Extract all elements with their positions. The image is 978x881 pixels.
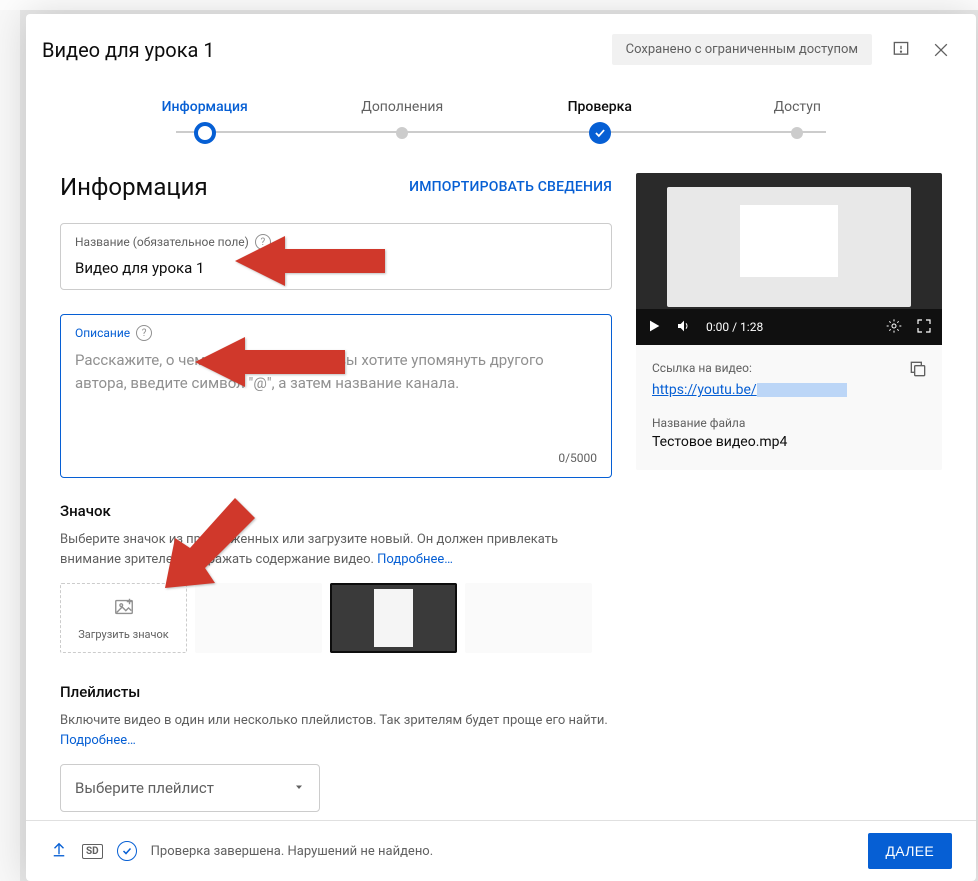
preview-card: 0:00 / 1:28 Ссылка на видео: https://you…: [636, 173, 942, 470]
description-char-count: 0/5000: [75, 451, 597, 465]
upload-thumbnail-label: Загрузить значок: [78, 628, 169, 641]
thumbnail-heading: Значок: [60, 502, 612, 520]
stepper-line: [176, 131, 826, 133]
dialog-title: Видео для урока 1: [42, 38, 612, 62]
copy-link-button[interactable]: [908, 359, 928, 383]
dialog-header: Видео для урока 1 Сохранено с ограниченн…: [26, 14, 976, 81]
play-icon[interactable]: [646, 318, 662, 337]
title-field[interactable]: Название (обязательное поле) ?: [60, 223, 612, 290]
upload-image-icon: [113, 596, 135, 622]
dialog-body: Информация ИМПОРТИРОВАТЬ СВЕДЕНИЯ Назван…: [26, 133, 976, 820]
import-details-button[interactable]: ИМПОРТИРОВАТЬ СВЕДЕНИЯ: [409, 179, 612, 195]
upload-dialog: Видео для урока 1 Сохранено с ограниченн…: [26, 14, 976, 881]
description-field-label: Описание ?: [75, 325, 597, 341]
thumbnail-more-link[interactable]: Подробнее…: [377, 552, 453, 567]
step-checks[interactable]: Проверка: [501, 99, 699, 133]
next-button[interactable]: ДАЛЕЕ: [868, 833, 953, 869]
video-link[interactable]: https://youtu.be/: [652, 382, 847, 398]
thumbnail-desc-text: Выберите значок из предложенных или загр…: [60, 532, 558, 567]
description-textarea[interactable]: [75, 349, 597, 439]
help-icon[interactable]: ?: [255, 234, 271, 250]
step-info-dot: [194, 122, 216, 144]
file-name-label: Название файла: [652, 416, 926, 430]
footer-status-group: SD Проверка завершена. Нарушений не найд…: [50, 840, 433, 862]
title-input[interactable]: [75, 259, 597, 277]
redacted-id: [757, 383, 847, 397]
playlist-desc-text: Включите видео в один или несколько плей…: [60, 713, 608, 728]
footer-status-text: Проверка завершена. Нарушений не найдено…: [151, 844, 434, 859]
file-name-value: Тестовое видео.mp4: [652, 434, 926, 450]
help-icon[interactable]: ?: [136, 325, 152, 341]
settings-icon[interactable]: [886, 318, 902, 337]
description-label-text: Описание: [75, 326, 130, 340]
fullscreen-icon[interactable]: [916, 318, 932, 337]
title-label-text: Название (обязательное поле): [75, 235, 249, 249]
left-column: Информация ИМПОРТИРОВАТЬ СВЕДЕНИЯ Назван…: [60, 173, 612, 810]
feedback-icon[interactable]: [890, 39, 912, 61]
background-topbar: [0, 0, 978, 10]
video-link-label: Ссылка на видео:: [652, 361, 926, 375]
upload-thumbnail-button[interactable]: Загрузить значок: [60, 583, 187, 653]
thumbnail-row: Загрузить значок: [60, 583, 612, 653]
save-status-badge: Сохранено с ограниченным доступом: [612, 34, 872, 65]
step-visibility-dot: [791, 127, 803, 139]
stepper: Информация Дополнения Проверка Доступ: [26, 81, 976, 133]
description-field[interactable]: Описание ? 0/5000: [60, 314, 612, 478]
background-sidebar: [0, 0, 20, 881]
thumbnail-option-2[interactable]: [330, 583, 457, 653]
info-heading: Информация: [60, 173, 409, 201]
thumbnail-description: Выберите значок из предложенных или загр…: [60, 530, 612, 569]
video-link-text: https://youtu.be/: [652, 382, 757, 398]
step-elements-dot: [396, 127, 408, 139]
playlist-heading: Плейлисты: [60, 683, 612, 701]
playlist-select[interactable]: Выберите плейлист: [60, 764, 320, 812]
check-complete-icon: [117, 841, 137, 861]
dialog-footer: SD Проверка завершена. Нарушений не найд…: [26, 820, 976, 881]
playlist-description: Включите видео в один или несколько плей…: [60, 711, 612, 750]
info-header: Информация ИМПОРТИРОВАТЬ СВЕДЕНИЯ: [60, 173, 612, 201]
volume-icon[interactable]: [676, 318, 692, 337]
right-column: 0:00 / 1:28 Ссылка на видео: https://you…: [636, 173, 942, 810]
video-preview[interactable]: 0:00 / 1:28: [636, 173, 942, 345]
preview-meta: Ссылка на видео: https://youtu.be/ Назва…: [636, 345, 942, 470]
step-info[interactable]: Информация: [106, 99, 304, 133]
playlist-select-label: Выберите плейлист: [75, 779, 214, 797]
step-elements[interactable]: Дополнения: [304, 99, 502, 133]
thumbnail-option-3[interactable]: [465, 583, 592, 653]
close-icon[interactable]: [930, 39, 952, 61]
video-controls: 0:00 / 1:28: [636, 309, 942, 345]
video-preview-thumbnail: [667, 187, 912, 307]
step-checks-dot: [589, 122, 611, 144]
step-visibility[interactable]: Доступ: [699, 99, 897, 133]
chevron-down-icon: [293, 779, 305, 797]
video-time: 0:00 / 1:28: [706, 320, 763, 334]
sd-badge: SD: [82, 844, 103, 859]
title-field-label: Название (обязательное поле) ?: [75, 234, 597, 250]
upload-icon: [50, 840, 68, 862]
thumbnail-option-1[interactable]: [195, 583, 322, 653]
playlist-more-link[interactable]: Подробнее…: [60, 733, 136, 748]
